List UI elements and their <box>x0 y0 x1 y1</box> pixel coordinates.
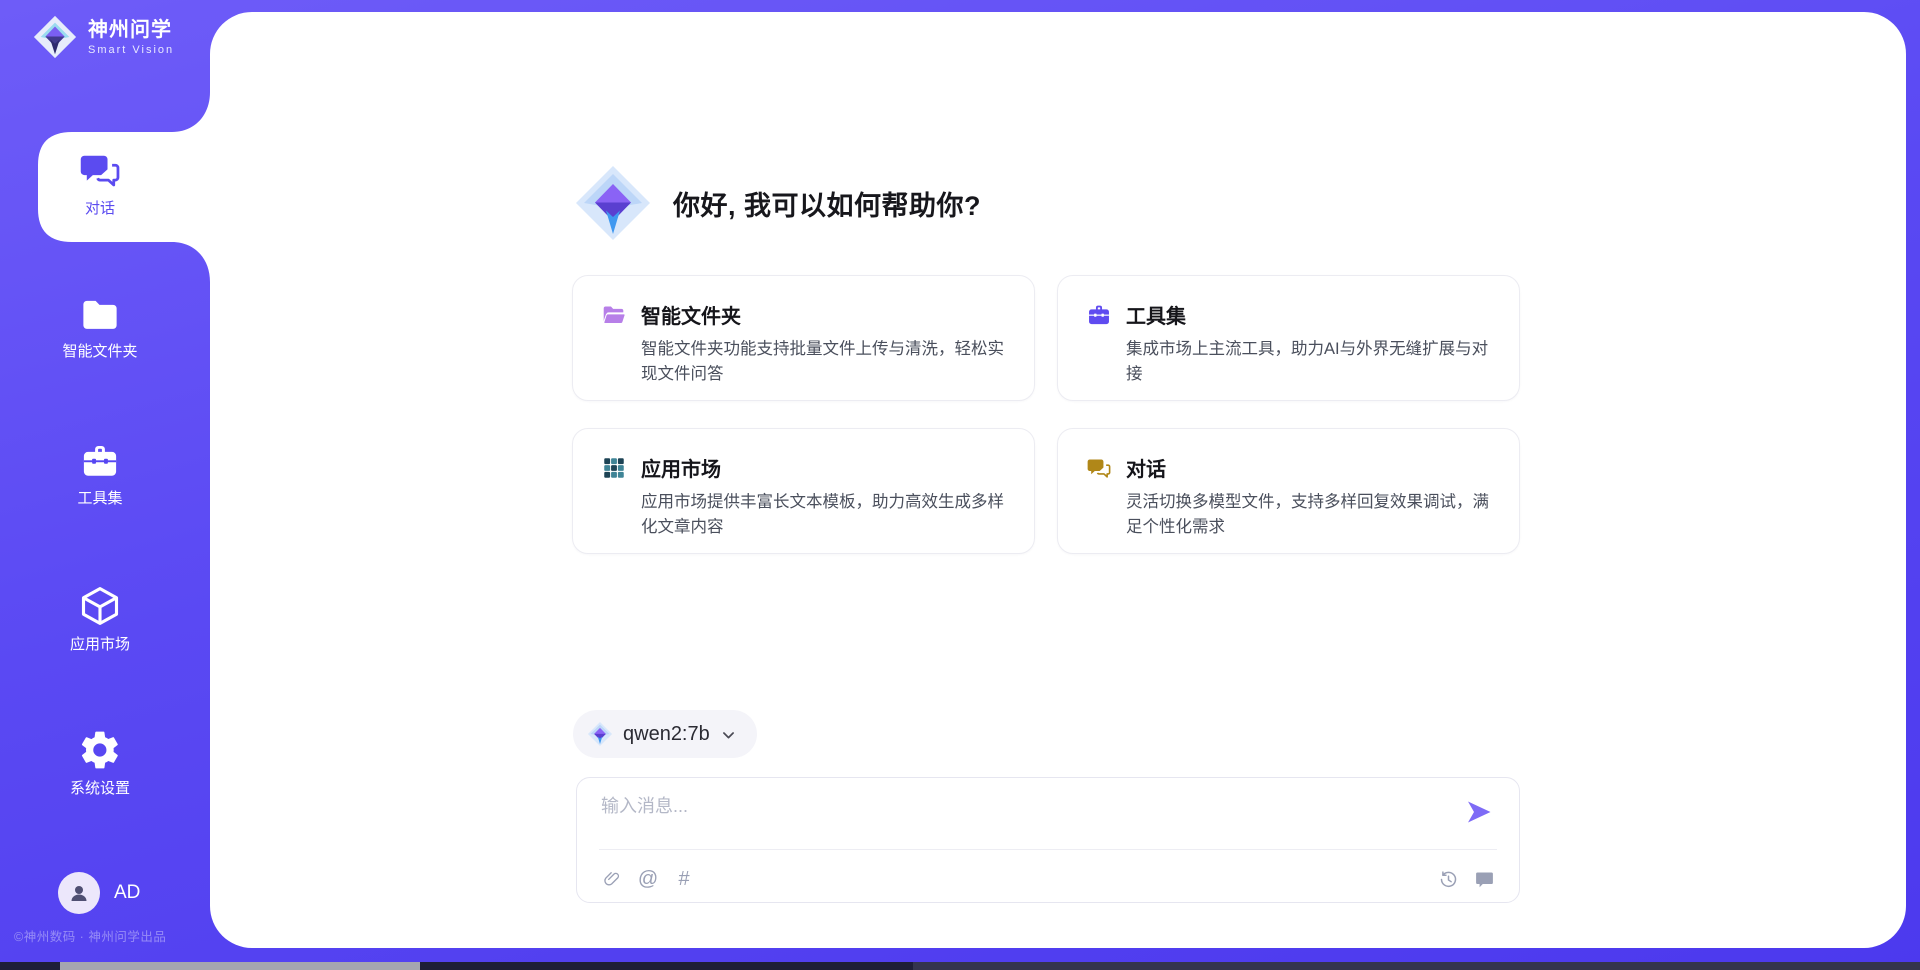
scrollbar-track-segment <box>913 962 1920 970</box>
card-description: 智能文件夹功能支持批量文件上传与清洗，轻松实现文件问答 <box>641 337 1006 387</box>
horizontal-scrollbar[interactable] <box>0 962 1920 970</box>
send-icon[interactable] <box>1465 798 1493 826</box>
card-app-market[interactable]: 应用市场 应用市场提供丰富长文本模板，助力高效生成多样化文章内容 <box>572 428 1035 554</box>
conversation-bubble-icon[interactable] <box>1473 868 1495 890</box>
card-description: 应用市场提供丰富长文本模板，助力高效生成多样化文章内容 <box>641 490 1006 540</box>
model-selector[interactable]: qwen2:7b <box>573 710 757 758</box>
greeting-logo-icon <box>573 163 653 243</box>
card-smart-folder[interactable]: 智能文件夹 智能文件夹功能支持批量文件上传与清洗，轻松实现文件问答 <box>572 275 1035 401</box>
card-title: 智能文件夹 <box>641 300 741 329</box>
sidebar-item-toolset[interactable]: 工具集 <box>0 440 200 509</box>
user-account[interactable]: AD <box>58 872 140 914</box>
card-description: 灵活切换多模型文件，支持多样回复效果调试，满足个性化需求 <box>1126 490 1491 540</box>
sidebar-item-settings[interactable]: 系统设置 <box>0 728 200 799</box>
chevron-down-icon <box>720 727 737 744</box>
card-title: 工具集 <box>1126 300 1186 329</box>
app-screen: 神州问学 Smart Vision 对话 智能文件夹 工具集 应用市场 系统设置 <box>0 0 1920 970</box>
topic-hash-icon[interactable]: # <box>673 868 695 890</box>
main-panel: 你好, 我可以如何帮助你? 智能文件夹 智能文件夹功能支持批量文件上传与清洗，轻… <box>210 12 1906 948</box>
user-name: AD <box>114 882 140 904</box>
sidebar-item-app-market[interactable]: 应用市场 <box>0 584 200 655</box>
sidebar-item-label: 工具集 <box>0 489 200 509</box>
greeting: 你好, 我可以如何帮助你? <box>573 163 981 243</box>
model-name: qwen2:7b <box>623 723 710 746</box>
sidebar-item-label: 智能文件夹 <box>0 342 200 362</box>
card-toolset[interactable]: 工具集 集成市场上主流工具，助力AI与外界无缝扩展与对接 <box>1057 275 1520 401</box>
card-description: 集成市场上主流工具，助力AI与外界无缝扩展与对接 <box>1126 337 1491 387</box>
sidebar-item-label: 应用市场 <box>0 635 200 655</box>
mention-icon[interactable]: @ <box>637 868 659 890</box>
model-logo-icon <box>587 721 613 747</box>
folder-icon <box>79 293 121 335</box>
grid-icon <box>601 455 627 481</box>
card-title: 对话 <box>1126 453 1166 482</box>
scrollbar-thumb[interactable] <box>60 962 420 970</box>
active-tab-background <box>0 0 210 290</box>
person-icon <box>67 881 91 905</box>
greeting-text: 你好, 我可以如何帮助你? <box>673 184 981 223</box>
sidebar-item-label: 系统设置 <box>0 779 200 799</box>
gear-icon <box>78 728 122 772</box>
sidebar: 神州问学 Smart Vision 对话 智能文件夹 工具集 应用市场 系统设置 <box>0 0 210 970</box>
message-composer: @ # <box>576 777 1520 903</box>
cube-icon <box>78 584 122 628</box>
composer-divider <box>599 849 1497 850</box>
attach-file-icon[interactable] <box>601 868 623 890</box>
folder-open-icon <box>601 302 627 328</box>
copyright-footer: ©神州数码 · 神州问学出品 <box>14 926 166 945</box>
card-title: 应用市场 <box>641 453 721 482</box>
chat-icon <box>1086 455 1112 481</box>
chat-icon <box>78 148 122 192</box>
message-input[interactable] <box>601 792 1431 844</box>
avatar <box>58 872 100 914</box>
composer-toolbar: @ # <box>601 862 1495 896</box>
sidebar-item-smart-folder[interactable]: 智能文件夹 <box>0 293 200 362</box>
briefcase-icon <box>79 440 121 482</box>
sidebar-item-label: 对话 <box>0 199 200 219</box>
card-chat[interactable]: 对话 灵活切换多模型文件，支持多样回复效果调试，满足个性化需求 <box>1057 428 1520 554</box>
history-icon[interactable] <box>1437 868 1459 890</box>
briefcase-icon <box>1086 302 1112 328</box>
sidebar-item-chat[interactable]: 对话 <box>0 148 200 219</box>
